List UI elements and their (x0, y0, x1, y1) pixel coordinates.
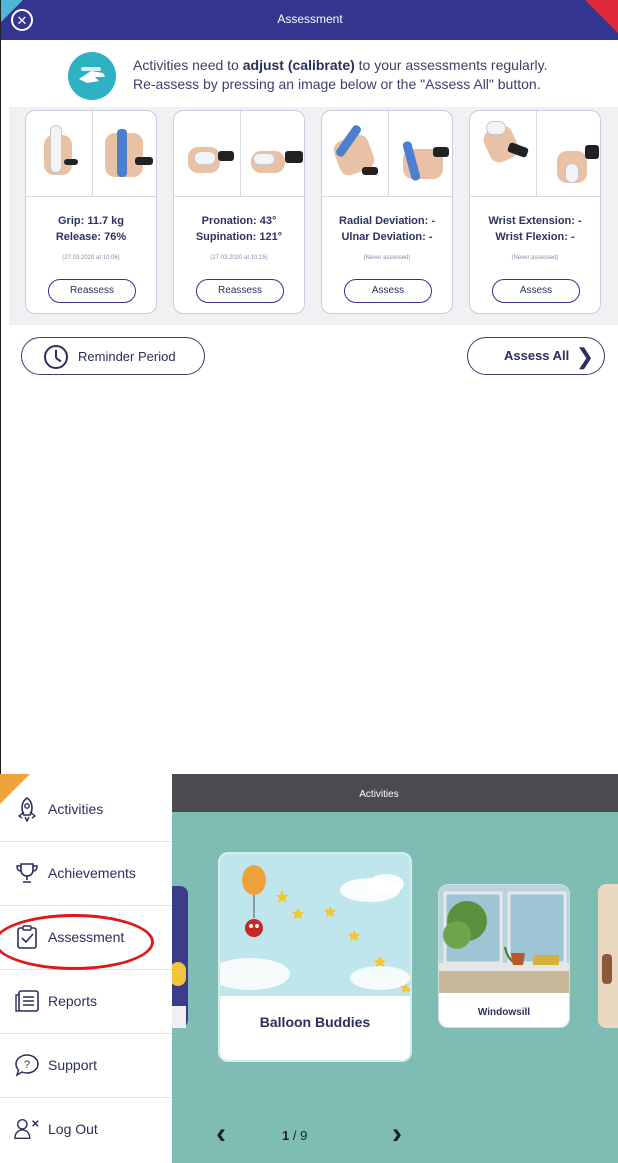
menu-item-label: Activities (48, 801, 104, 817)
wrist-extension-image (470, 111, 536, 196)
menu-item-label: Achievements (48, 865, 136, 881)
question-icon: ? (14, 1052, 40, 1078)
card-value-2: Wrist Flexion: - (495, 231, 575, 243)
reminder-period-button[interactable]: Reminder Period (21, 337, 205, 375)
info-text-part: Activities need to (133, 57, 243, 73)
assess-all-label: Assess All (504, 348, 570, 363)
activities-panel: Activities Balloon Buddies Windowsill ‹ … (172, 774, 618, 1163)
release-image (91, 111, 157, 196)
assess-all-button[interactable]: Assess All ❯ (467, 337, 605, 375)
activity-tile-partial[interactable] (598, 884, 618, 1028)
assessment-card-deviation[interactable]: Radial Deviation: - Ulnar Deviation: - (… (321, 110, 453, 314)
card-date: (27.03.2020 at 10:06) (62, 255, 120, 261)
menu-item-activities[interactable]: Activities (0, 778, 172, 842)
radial-deviation-image (322, 111, 388, 196)
card-value-1: Pronation: 43° (201, 215, 277, 227)
windowsill-image (439, 885, 569, 993)
menu-item-support[interactable]: ? Support (0, 1034, 172, 1098)
assess-button[interactable]: Assess (492, 279, 580, 303)
page-title: Assessment (277, 12, 343, 26)
title-bar: ✕ Assessment (1, 0, 618, 40)
assessment-image[interactable] (470, 111, 601, 197)
assessment-card-pronation[interactable]: Pronation: 43° Supination: 121° (27.03.2… (173, 110, 305, 314)
card-value-2: Ulnar Deviation: - (341, 231, 433, 243)
wrist-flexion-image (535, 111, 601, 196)
divider (0, 386, 1, 774)
chevron-left-icon[interactable]: ‹ (216, 1119, 226, 1149)
page-current: 1 (282, 1128, 290, 1143)
page-total: / 9 (292, 1128, 308, 1143)
card-value-2: Release: 76% (55, 231, 127, 243)
info-text-part: to your assessments regularly. (354, 57, 548, 73)
chevron-right-icon[interactable]: › (392, 1119, 402, 1149)
beta-ribbon (585, 0, 618, 34)
card-date: (Never assessed) (363, 255, 411, 261)
highlight-circle (0, 914, 154, 970)
activities-title: Activities (359, 789, 399, 800)
grip-image (26, 111, 92, 196)
activities-header: Activities (172, 774, 618, 812)
ulnar-deviation-image (387, 111, 453, 196)
activities-screen: Activities Achievements Assessment Repor… (0, 774, 618, 1163)
reassess-button[interactable]: Reassess (196, 279, 284, 303)
reassess-button[interactable]: Reassess (48, 279, 136, 303)
activity-tile-partial[interactable] (172, 886, 188, 1028)
menu-item-label: Support (48, 1057, 98, 1073)
supination-image (239, 111, 305, 196)
reminder-period-label: Reminder Period (78, 349, 176, 364)
clock-icon (44, 345, 68, 369)
activity-name: Windowsill (477, 1007, 531, 1018)
pronation-image (174, 111, 240, 196)
assessment-card-grip[interactable]: Grip: 11.7 kg Release: 76% (27.03.2020 a… (25, 110, 157, 314)
card-value-2: Supination: 121° (195, 231, 283, 243)
info-text: Activities need to adjust (calibrate) to… (133, 56, 603, 94)
assessment-image[interactable] (26, 111, 157, 197)
info-text-line2: Re-assess by pressing an image below or … (133, 76, 541, 92)
menu-item-label: Reports (48, 993, 98, 1009)
info-text-bold: adjust (calibrate) (242, 57, 355, 73)
hand-info-icon (68, 52, 116, 100)
side-menu: Activities Achievements Assessment Repor… (0, 774, 172, 1163)
card-value-1: Radial Deviation: - (339, 215, 435, 227)
svg-text:?: ? (24, 1059, 30, 1071)
activity-name: Balloon Buddies (259, 1014, 371, 1030)
menu-item-achievements[interactable]: Achievements (0, 842, 172, 906)
report-list-icon (14, 988, 40, 1014)
rocket-icon (14, 796, 40, 822)
assess-button[interactable]: Assess (344, 279, 432, 303)
activity-tile-windowsill[interactable]: Windowsill (438, 884, 570, 1028)
chevron-right-icon: ❯ (575, 344, 595, 369)
card-value-1: Wrist Extension: - (488, 215, 582, 227)
balloon-buddies-image (220, 854, 410, 996)
menu-item-logout[interactable]: Log Out (0, 1098, 172, 1162)
card-value-1: Grip: 11.7 kg (57, 215, 125, 227)
card-date: (27.03.2020 at 10:15) (210, 255, 268, 261)
assessment-screen: ✕ Assessment Activities need to adjust (… (0, 0, 618, 386)
activity-tile-balloon-buddies[interactable]: Balloon Buddies (218, 852, 412, 1062)
user-logout-icon (14, 1116, 40, 1142)
assessment-image[interactable] (322, 111, 453, 197)
trophy-icon (14, 860, 40, 886)
pagination: ‹ 1 / 9 › (172, 1119, 618, 1150)
assessment-card-wrist[interactable]: Wrist Extension: - Wrist Flexion: - (Nev… (469, 110, 601, 314)
page-indicator: 1 / 9 (282, 1128, 307, 1143)
assessment-image[interactable] (174, 111, 305, 197)
card-date: (Never assessed) (511, 255, 559, 261)
menu-item-reports[interactable]: Reports (0, 970, 172, 1034)
menu-item-label: Log Out (48, 1121, 98, 1137)
